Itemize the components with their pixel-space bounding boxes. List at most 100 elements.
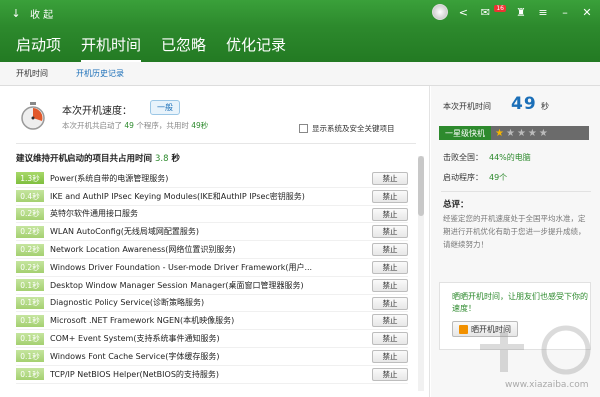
startup-label: 启动程序： [443, 173, 483, 182]
speed-summary: 本次开机速度： 一般 本次开机共启动了 49 个程序，共用时 49秒 显示系统及… [16, 96, 416, 142]
item-name: Microsoft .NET Framework NGEN(本机映像服务) [50, 316, 235, 326]
tab-boot-time[interactable]: 开机时间 [81, 34, 142, 62]
star-rating: ★ ★ ★ ★ ★ [491, 126, 589, 140]
ban-button[interactable]: 禁止 [372, 332, 408, 346]
ban-button[interactable]: 禁止 [372, 189, 408, 203]
time-tag: 0.1秒 [16, 368, 44, 381]
collapse-button[interactable]: ↓ 收 起 [0, 6, 53, 21]
share-text: 晒晒开机时间，让朋友们也感受下你的速度！ [452, 292, 588, 313]
ban-button[interactable]: 禁止 [372, 207, 408, 221]
mail-icon[interactable]: ✉ [478, 5, 492, 19]
list-item: 0.1秒 Desktop Window Manager Session Manag… [16, 277, 408, 295]
divider [441, 191, 591, 192]
time-tag: 0.2秒 [16, 261, 44, 274]
speed-subtitle: 本次开机共启动了 49 个程序，共用时 49秒 [62, 120, 208, 131]
list-heading-text: 建议维持开机启动的项目共占用时间 [16, 154, 153, 164]
list-heading-value: 3.8 [154, 154, 169, 164]
stopwatch-icon [21, 102, 45, 130]
sub-tabs: 开机时间 开机历史记录 [0, 62, 600, 86]
list-item: 0.1秒 TCP/IP NetBIOS Helper(NetBIOS的支持服务) 禁… [16, 366, 408, 384]
list-item: 0.1秒 Microsoft .NET Framework NGEN(本机映像服务… [16, 312, 408, 331]
speed-title: 本次开机速度： [62, 106, 132, 117]
show-system-items-checkbox[interactable]: 显示系统及安全关键项目 [299, 123, 395, 134]
time-tag: 0.1秒 [16, 296, 44, 309]
ban-button[interactable]: 禁止 [372, 172, 408, 185]
tab-startup-items[interactable]: 启动项 [16, 34, 61, 62]
boot-duration: 49秒 [191, 121, 209, 130]
show-system-label: 显示系统及安全关键项目 [312, 124, 395, 133]
ban-button[interactable]: 禁止 [372, 367, 408, 381]
star-icon: ★ [516, 127, 526, 139]
time-tag: 0.2秒 [16, 207, 44, 220]
tab-optimize-log[interactable]: 优化记录 [226, 34, 286, 62]
time-tag: 0.1秒 [16, 279, 44, 292]
time-tag: 1.3秒 [16, 172, 44, 185]
star-icon: ★ [538, 127, 548, 139]
time-tag: 0.4秒 [16, 190, 44, 203]
list-item: 0.2秒 WLAN AutoConfig(无线局域网配置服务) 禁止 [16, 223, 408, 242]
list-item: 0.4秒 IKE and AuthIP IPsec Keying Modules(… [16, 188, 408, 206]
list-item: 0.2秒 英特尔软件通用接口服务 禁止 [16, 206, 408, 224]
ban-button[interactable]: 禁止 [372, 349, 408, 363]
boot-items-panel: 本次开机速度： 一般 本次开机共启动了 49 个程序，共用时 49秒 显示系统及… [0, 86, 430, 397]
avatar[interactable] [432, 4, 449, 20]
beat-value: 44%的电脑 [489, 153, 531, 162]
divider [16, 143, 416, 144]
item-name: WLAN AutoConfig(无线局域网配置服务) [50, 227, 200, 237]
checkbox-box[interactable] [299, 124, 308, 133]
share-icon [459, 324, 468, 334]
subtab-boot-history[interactable]: 开机历史记录 [76, 68, 124, 79]
item-name: Diagnostic Policy Service(诊断策略服务) [50, 298, 205, 308]
summary-heading: 总评： [443, 200, 469, 210]
watermark-url: www.xiazaiba.com [505, 380, 589, 390]
down-arrow-icon: ↓ [11, 6, 21, 20]
item-name: COM+ Event System(支持系统事件通知服务) [50, 334, 220, 344]
ban-button[interactable]: 禁止 [372, 225, 408, 239]
tab-ignored[interactable]: 已忽略 [161, 34, 206, 62]
startup-value: 49个 [489, 173, 508, 182]
beat-label: 击败全国： [443, 153, 483, 162]
watermark-logo-icon [480, 325, 591, 375]
share-icon[interactable]: < [456, 5, 470, 19]
ban-button[interactable]: 禁止 [372, 260, 408, 274]
list-item: 1.3秒 Power(系统自带的电源管理服务) 禁止 [16, 170, 408, 188]
time-tag: 0.2秒 [16, 225, 44, 238]
star-icon: ★ [495, 127, 504, 139]
list-item: 0.1秒 Diagnostic Policy Service(诊断策略服务) 禁止 [16, 295, 408, 313]
this-boot-label: 本次开机时间 [443, 102, 491, 111]
star-icon: ★ [505, 127, 515, 139]
scrollbar-thumb[interactable] [418, 156, 424, 216]
menu-icon[interactable]: ≡ [536, 5, 550, 19]
minimize-icon[interactable]: – [558, 5, 572, 19]
scrollbar[interactable] [418, 156, 424, 391]
item-name: 英特尔软件通用接口服务 [50, 209, 138, 219]
rank-bar: 一星级快机 ★ ★ ★ ★ ★ [439, 126, 589, 140]
ban-button[interactable]: 禁止 [372, 278, 408, 292]
startup-item-list: 1.3秒 Power(系统自带的电源管理服务) 禁止 0.4秒 IKE and Auth… [16, 170, 408, 384]
speed-sub-mid: 个程序，共用时 [136, 121, 189, 130]
speed-sub-prefix: 本次开机共启动了 [62, 121, 122, 130]
speed-rating-badge: 一般 [150, 100, 180, 115]
title-bar: ↓ 收 起 < ✉ 16 ♜ ≡ – ✕ [0, 0, 600, 26]
notification-badge: 16 [494, 4, 506, 12]
beat-row: 击败全国： 44%的电脑 [443, 152, 531, 163]
subtab-boot-time[interactable]: 开机时间 [16, 68, 48, 79]
close-icon[interactable]: ✕ [580, 5, 594, 19]
list-item: 0.2秒 Windows Driver Foundation - User-mod… [16, 259, 408, 277]
window-controls: < ✉ 16 ♜ ≡ – ✕ [432, 4, 594, 20]
item-name: Power(系统自带的电源管理服务) [50, 173, 169, 183]
this-boot-value: 49 [511, 94, 537, 114]
star-icon: ★ [527, 127, 537, 139]
time-tag: 0.1秒 [16, 350, 44, 363]
list-item: 0.1秒 Windows Font Cache Service(字体缓存服务) 禁止 [16, 348, 408, 366]
shirt-icon[interactable]: ♜ [514, 5, 528, 19]
list-heading-unit: 秒 [171, 154, 180, 164]
ban-button[interactable]: 禁止 [372, 243, 408, 257]
time-tag: 0.2秒 [16, 243, 44, 256]
list-heading: 建议维持开机启动的项目共占用时间 3.8 秒 [16, 152, 180, 164]
item-name: Windows Font Cache Service(字体缓存服务) [50, 351, 220, 361]
time-tag: 0.1秒 [16, 332, 44, 345]
ban-button[interactable]: 禁止 [372, 296, 408, 310]
ban-button[interactable]: 禁止 [372, 314, 408, 328]
collapse-label: 收 起 [30, 9, 54, 21]
